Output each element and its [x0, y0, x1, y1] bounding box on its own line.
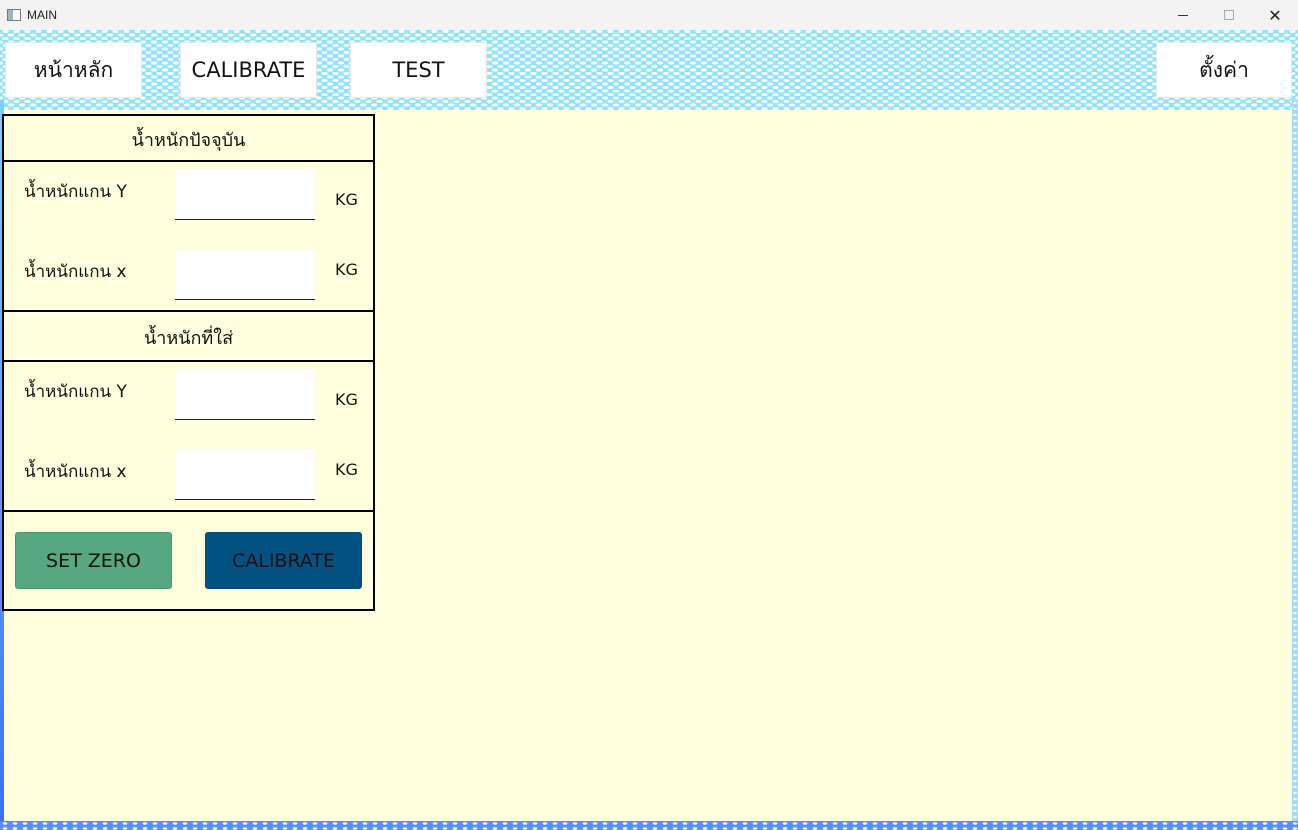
- window-controls: ✕: [1160, 0, 1298, 30]
- applied-x-label: น้ำหนักแกน x: [24, 462, 127, 482]
- current-y-input[interactable]: [175, 170, 315, 220]
- minimize-icon: [1178, 14, 1188, 16]
- current-y-unit: KG: [335, 190, 358, 209]
- maximize-button[interactable]: [1206, 0, 1252, 30]
- divider: [4, 310, 373, 312]
- applied-x-input[interactable]: [175, 450, 315, 500]
- close-icon: ✕: [1268, 5, 1282, 25]
- applied-y-input[interactable]: [175, 370, 315, 420]
- applied-x-unit: KG: [335, 460, 358, 479]
- applied-weight-title: น้ำหนักที่ใส่: [143, 327, 234, 349]
- current-x-label: น้ำหนักแกน x: [24, 262, 127, 282]
- divider: [4, 510, 373, 512]
- divider: [4, 160, 373, 162]
- maximize-icon: [1224, 10, 1234, 20]
- applied-y-unit: KG: [335, 390, 358, 409]
- nav-test-button[interactable]: TEST: [350, 42, 487, 98]
- window-bottom-edge: [0, 821, 1298, 830]
- current-x-input[interactable]: [175, 250, 315, 300]
- current-x-unit: KG: [335, 260, 358, 279]
- calibrate-button[interactable]: CALIBRATE: [205, 532, 362, 589]
- nav-settings-button[interactable]: ตั้งค่า: [1156, 42, 1292, 98]
- set-zero-button[interactable]: SET ZERO: [15, 532, 172, 589]
- nav-calibrate-button[interactable]: CALIBRATE: [180, 42, 317, 98]
- weight-panel: น้ำหนักปัจจุบัน น้ำหนักแกน Y KG น้ำหนักแ…: [2, 114, 375, 611]
- minimize-button[interactable]: [1160, 0, 1206, 30]
- applied-y-label: น้ำหนักแกน Y: [24, 382, 127, 402]
- window-title: MAIN: [27, 8, 57, 22]
- app-window-icon: [7, 9, 21, 21]
- current-y-label: น้ำหนักแกน Y: [24, 182, 127, 202]
- current-weight-title: น้ำหนักปัจจุบัน: [131, 129, 246, 151]
- divider: [4, 360, 373, 362]
- window-right-edge: [1292, 100, 1298, 821]
- nav-home-button[interactable]: หน้าหลัก: [5, 42, 142, 98]
- title-bar: MAIN ✕: [0, 0, 1298, 30]
- close-button[interactable]: ✕: [1252, 0, 1298, 30]
